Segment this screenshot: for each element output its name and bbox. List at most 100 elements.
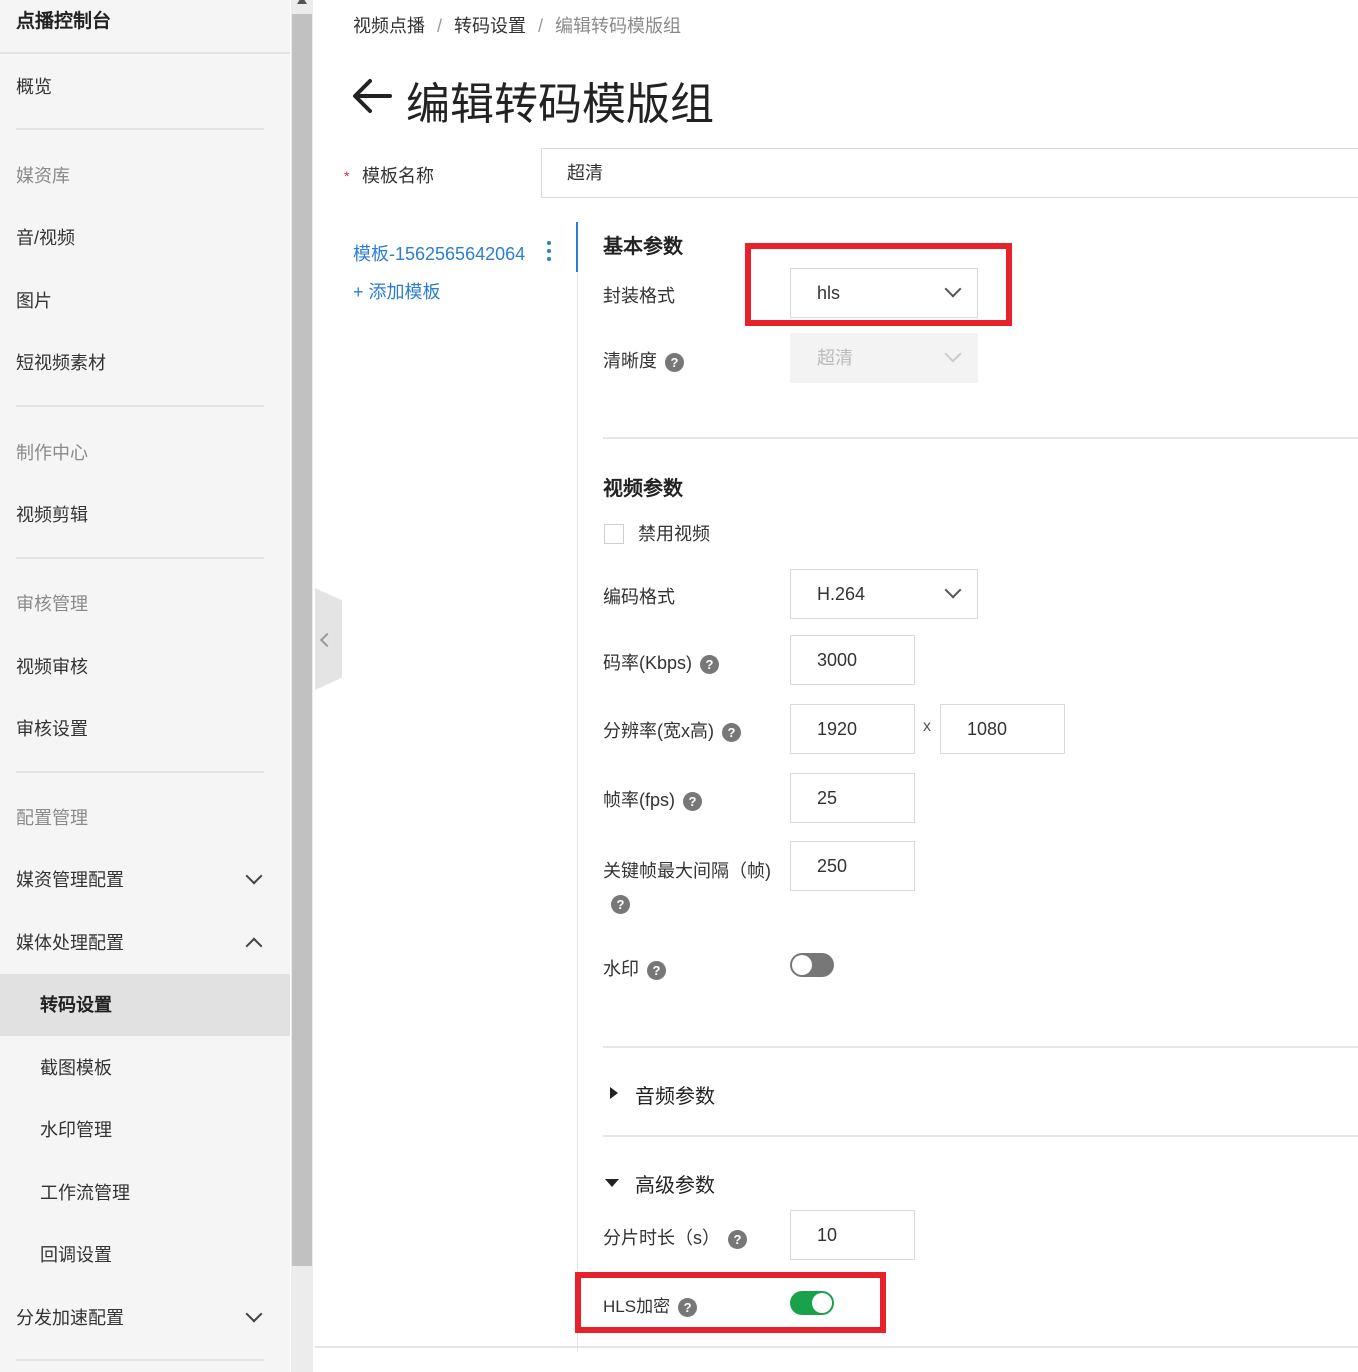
container-format-label: 封装格式 [603,286,675,306]
sidebar: 点播控制台 概览 媒资库 音/视频 图片 短视频素材 制作中心 视频剪辑 审核管… [0,0,290,1372]
sidebar-item-review-settings[interactable]: 审核设置 [0,698,290,760]
fps-label-text: 帧率(fps) [603,790,675,810]
codec-select[interactable]: H.264 [790,569,978,619]
disable-video-checkbox[interactable] [604,524,624,544]
sidebar-item-watermark[interactable]: 水印管理 [0,1099,290,1161]
select-value: 超清 [817,348,853,368]
chevron-down-icon [245,1305,263,1323]
template-name-input[interactable]: 超清 [541,148,1358,198]
gop-label: 关键帧最大间隔（帧)? [603,855,788,919]
divider [16,771,264,773]
divider [603,1046,1358,1048]
chevron-down-icon [944,581,962,599]
template-tab-active[interactable]: 模板-1562565642064 [353,240,525,266]
page-title: 编辑转码模版组 [406,80,714,129]
fps-label: 帧率(fps)? [603,786,702,812]
highlight-box [575,1272,886,1333]
sidebar-item-video-review[interactable]: 视频审核 [0,636,290,698]
segment-duration-label-text: 分片时长（s） [603,1228,720,1248]
resolution-label-text: 分辨率(宽x高) [603,721,714,741]
sidebar-item-images[interactable]: 图片 [0,270,290,332]
breadcrumb: 视频点播 / 转码设置 / 编辑转码模版组 [353,12,681,38]
sidebar-group-review: 审核管理 [16,594,88,614]
height-input[interactable]: 1080 [940,704,1065,754]
sidebar-title: 点播控制台 [16,11,112,32]
sidebar-group-production: 制作中心 [16,443,88,463]
definition-select: 超清 [790,333,978,383]
sidebar-item-processing-config[interactable]: 媒体处理配置 [0,912,290,974]
gop-input[interactable]: 250 [790,841,915,891]
gop-label-text: 关键帧最大间隔（帧) [603,861,771,881]
watermark-label: 水印? [603,955,666,981]
bitrate-label-text: 码率(Kbps) [603,653,693,673]
help-icon[interactable]: ? [611,894,630,914]
sidebar-item-cdn-config[interactable]: 分发加速配置 [0,1287,290,1349]
definition-label-text: 清晰度 [603,351,657,371]
fps-input[interactable]: 25 [790,773,915,823]
watermark-toggle[interactable] [790,953,834,977]
watermark-label-text: 水印 [603,959,639,979]
divider [603,1135,1358,1137]
chevron-down-icon [944,345,962,363]
sidebar-group-media-library: 媒资库 [16,166,70,186]
highlight-box [745,243,1012,326]
divider [16,128,264,130]
help-icon[interactable]: ? [647,960,666,980]
scrollbar-thumb[interactable] [292,14,312,1266]
caret-down-icon[interactable] [605,1179,619,1187]
add-template-link[interactable]: + 添加模板 [353,278,441,304]
sidebar-item-short-video[interactable]: 短视频素材 [0,332,290,394]
select-value: H.264 [817,584,866,604]
sidebar-item-audio-video[interactable]: 音/视频 [0,207,290,269]
breadcrumb-separator: / [437,16,443,36]
disable-video-label: 禁用视频 [638,524,710,544]
sidebar-item-transcode-settings[interactable]: 转码设置 [0,974,290,1036]
sidebar-scrollbar[interactable] [291,0,313,1372]
divider [16,1359,264,1361]
divider [603,437,1358,439]
divider [577,272,578,1352]
resolution-label: 分辨率(宽x高)? [603,717,741,743]
chevron-up-icon [245,937,263,955]
bitrate-label: 码率(Kbps)? [603,649,720,675]
divider [0,52,290,54]
breadcrumb-item-vod[interactable]: 视频点播 [353,12,425,38]
section-title-basic: 基本参数 [603,236,683,258]
sidebar-item-workflow[interactable]: 工作流管理 [0,1162,290,1224]
breadcrumb-separator: / [538,16,544,36]
segment-duration-label: 分片时长（s）? [603,1224,747,1250]
bitrate-input[interactable]: 3000 [790,635,915,685]
times-sign: x [923,718,931,735]
sidebar-group-config: 配置管理 [16,808,88,828]
caret-right-icon[interactable] [610,1087,618,1099]
divider [16,405,264,407]
width-input[interactable]: 1920 [790,704,915,754]
more-options-icon[interactable] [546,241,552,263]
section-title-video: 视频参数 [603,478,683,500]
sidebar-item-media-config[interactable]: 媒资管理配置 [0,849,290,911]
required-mark: * [344,168,350,184]
help-icon[interactable]: ? [728,1229,747,1249]
sidebar-item-video-editing[interactable]: 视频剪辑 [0,484,290,546]
back-arrow-icon[interactable] [352,78,392,114]
help-icon[interactable]: ? [665,352,684,372]
sidebar-item-overview[interactable]: 概览 [0,56,290,118]
active-tab-indicator [576,222,578,272]
codec-label: 编码格式 [603,587,675,607]
help-icon[interactable]: ? [683,791,702,811]
breadcrumb-item-current: 编辑转码模版组 [555,16,682,36]
sidebar-item-snapshot-template[interactable]: 截图模板 [0,1037,290,1099]
definition-label: 清晰度? [603,347,684,373]
sidebar-item-label: 媒资管理配置 [16,870,124,890]
segment-duration-input[interactable]: 10 [790,1210,915,1260]
scroll-up-icon[interactable] [297,0,307,4]
help-icon[interactable]: ? [722,722,741,742]
breadcrumb-item-transcode[interactable]: 转码设置 [454,12,526,38]
divider [16,557,264,559]
section-title-advanced[interactable]: 高级参数 [635,1169,715,1198]
help-icon[interactable]: ? [700,654,720,674]
sidebar-item-callback[interactable]: 回调设置 [0,1224,290,1286]
sidebar-item-label: 分发加速配置 [16,1308,124,1328]
chevron-down-icon [245,867,263,885]
section-title-audio[interactable]: 音频参数 [635,1080,715,1109]
